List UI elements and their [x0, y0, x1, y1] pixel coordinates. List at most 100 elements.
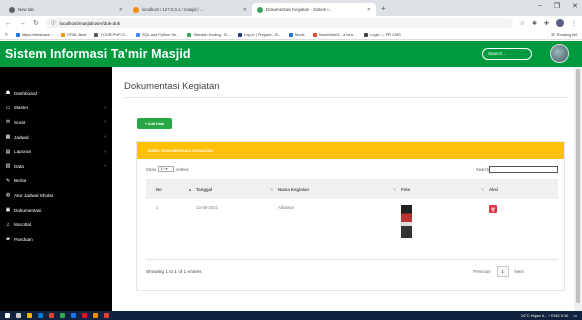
- apps-icon[interactable]: ⠿: [5, 32, 8, 37]
- column-header-no[interactable]: No: [146, 179, 186, 199]
- url-input[interactable]: ⓘ localhost/masjid/user/dok-dok: [45, 18, 513, 28]
- puzzle-icon[interactable]: ✚: [544, 20, 549, 27]
- tab-close-icon[interactable]: ✕: [119, 7, 123, 13]
- extension-icon[interactable]: ✱: [532, 20, 537, 27]
- column-header-nama-kegiatan[interactable]: ⇅ Nama Kegiatan: [268, 179, 391, 199]
- page-scrollbar[interactable]: [574, 67, 582, 311]
- scrollbar-thumb[interactable]: [576, 69, 580, 303]
- reading-list-icon: ☰: [551, 32, 555, 37]
- minimize-icon[interactable]: –: [538, 2, 542, 10]
- cell-tanggal: 13-08-2021: [186, 199, 268, 260]
- column-header-aksi[interactable]: ⇅ Aksi: [479, 179, 558, 199]
- column-label: Foto: [401, 186, 411, 192]
- start-icon[interactable]: [5, 313, 10, 318]
- sidebar-item-icon: ▭: [5, 104, 11, 111]
- bookmark-item[interactable]: https://webkuwe...: [15, 32, 53, 37]
- system-tray: 24°C Hujan ri... ^ ENG 9:10 ▭: [521, 313, 577, 318]
- bookmark-item[interactable]: Sekolah Koding - B...: [187, 32, 230, 37]
- bookmark-item[interactable]: Login — PR CMS: [364, 32, 401, 37]
- column-label: No: [156, 186, 162, 192]
- app-title: Sistem Informasi Ta'mir Masjid: [5, 47, 191, 61]
- sidebar-item-label: Dokumentasi: [14, 207, 42, 213]
- sidebar-item-data[interactable]: ▥ Data ‹: [0, 159, 112, 174]
- next-page-button[interactable]: Next: [515, 269, 524, 274]
- sidebar-item-laporan[interactable]: ▤ Laporan ‹: [0, 144, 112, 159]
- add-data-button[interactable]: + Add Data: [137, 118, 172, 129]
- previous-page-button[interactable]: Previous: [473, 269, 491, 274]
- page-button-current[interactable]: 1: [496, 266, 509, 277]
- vscode-icon[interactable]: [71, 313, 76, 318]
- user-avatar[interactable]: [550, 44, 569, 63]
- bookmark-favicon-icon: [238, 32, 243, 37]
- profile-avatar[interactable]: [556, 19, 564, 27]
- xampp-icon[interactable]: [93, 313, 98, 318]
- new-tab-button[interactable]: +: [376, 3, 391, 16]
- sidebar-item-master[interactable]: ▭ Master ‹: [0, 101, 112, 116]
- mail-icon[interactable]: [82, 313, 87, 318]
- header-search-input[interactable]: Search...: [482, 48, 532, 60]
- close-icon[interactable]: ✕: [572, 2, 578, 10]
- documentation-card: TABEL DOKUMENTASI KEGIATAN Show 10 ▾ ent…: [136, 141, 565, 291]
- reading-list-button[interactable]: ☰ Reading list: [551, 32, 577, 37]
- sidebar-item-label: Laporan: [14, 149, 32, 155]
- chevron-left-icon: ‹: [104, 163, 106, 170]
- search-icon[interactable]: [16, 313, 21, 318]
- bookmark-item[interactable]: HTML Best: [61, 32, 86, 37]
- sidebar-item-icon: ▤: [5, 148, 11, 155]
- column-label: Tanggal: [196, 186, 213, 192]
- sidebar-item-berita[interactable]: ✎ Berita: [0, 174, 112, 189]
- table-search-input[interactable]: [489, 166, 558, 173]
- browser-actions: ☆ ✱ ✚ ⋮: [520, 19, 577, 27]
- bookmark-favicon-icon: [312, 32, 317, 37]
- reload-icon[interactable]: ↻: [33, 19, 39, 27]
- sidebar-item-atur-jadwal-sholat[interactable]: ◍ Atur Jadwal Sholat: [0, 188, 112, 203]
- bookmark-item[interactable]: Log in | Prepare - B...: [238, 32, 281, 37]
- os-taskbar: 24°C Hujan ri... ^ ENG 9:10 ▭: [0, 311, 582, 320]
- sidebar-item-dashboard[interactable]: ☗ Dashboard: [0, 86, 112, 101]
- store-icon[interactable]: [60, 313, 65, 318]
- browser-tab[interactable]: Dokumentasi Kegiatan - Sistem I... ✕: [252, 3, 376, 16]
- browser-tab[interactable]: localhost / 127.0.0.1 / masjid / ... ✕: [128, 3, 252, 16]
- cell-foto: [391, 199, 479, 260]
- sort-asc-icon: ▲: [188, 186, 192, 192]
- sidebar-item-dokumentasi[interactable]: ▣ Dokumentasi: [0, 203, 112, 218]
- tab-close-icon[interactable]: ✕: [243, 7, 247, 13]
- browser-tab-bar: New tab ✕ localhost / 127.0.0.1 / masjid /…: [0, 0, 582, 16]
- bookmark-item[interactable]: SweetAlert2 - a bea...: [312, 32, 356, 37]
- back-icon[interactable]: ←: [5, 20, 12, 27]
- tab-title: New tab: [18, 7, 34, 12]
- delete-button[interactable]: 🗑: [489, 205, 497, 213]
- column-header-tanggal[interactable]: ▲ Tanggal: [186, 179, 268, 199]
- bookmark-item[interactable]: Mode: [288, 32, 305, 37]
- info-icon[interactable]: ⓘ: [51, 20, 56, 26]
- column-header-foto[interactable]: ⇅ Foto: [391, 179, 479, 199]
- bookmark-item[interactable]: YOUR-PHP-S...: [94, 32, 128, 37]
- notification-icon[interactable]: ▭: [573, 313, 577, 318]
- sidebar-item-murottal[interactable]: ♫ Murottal: [0, 217, 112, 232]
- bookmark-label: Login — PR CMS: [370, 32, 401, 37]
- chrome-icon[interactable]: [38, 313, 43, 318]
- menu-dots-icon[interactable]: ⋮: [571, 20, 577, 27]
- sidebar-item-panduan[interactable]: ▰ Panduan: [0, 232, 112, 247]
- divider: [124, 97, 568, 98]
- chevron-left-icon: ‹: [104, 134, 106, 141]
- bookmark-star-icon[interactable]: ☆: [520, 20, 525, 27]
- sidebar-item-label: Berita: [14, 178, 27, 184]
- app-icon[interactable]: [104, 313, 109, 318]
- browser-tab[interactable]: New tab ✕: [4, 3, 128, 16]
- chevron-left-icon: ‹: [104, 104, 106, 111]
- task-view-icon[interactable]: [27, 313, 32, 318]
- pagination: Previous 1 Next: [473, 266, 524, 277]
- sidebar-item-surat[interactable]: ✉ Surat ‹: [0, 115, 112, 130]
- bookmark-label: Mode: [294, 32, 305, 37]
- sidebar-item-jadwal[interactable]: ▦ Jadwal ‹: [0, 130, 112, 145]
- sidebar-item-icon: ☗: [5, 90, 11, 97]
- activity-photo[interactable]: [401, 205, 412, 238]
- tab-close-icon[interactable]: ✕: [367, 7, 371, 13]
- file-explorer-icon[interactable]: [49, 313, 54, 318]
- documentation-table: No ▲ Tanggal ⇅ Nama Kegiatan ⇅ Foto ⇅ Aksi 1…: [146, 179, 558, 260]
- entries-select[interactable]: 10 ▾: [158, 166, 175, 172]
- forward-icon[interactable]: →: [19, 20, 26, 27]
- maximize-icon[interactable]: ❐: [554, 2, 560, 10]
- bookmark-item[interactable]: SQL and Python Se...: [135, 32, 179, 37]
